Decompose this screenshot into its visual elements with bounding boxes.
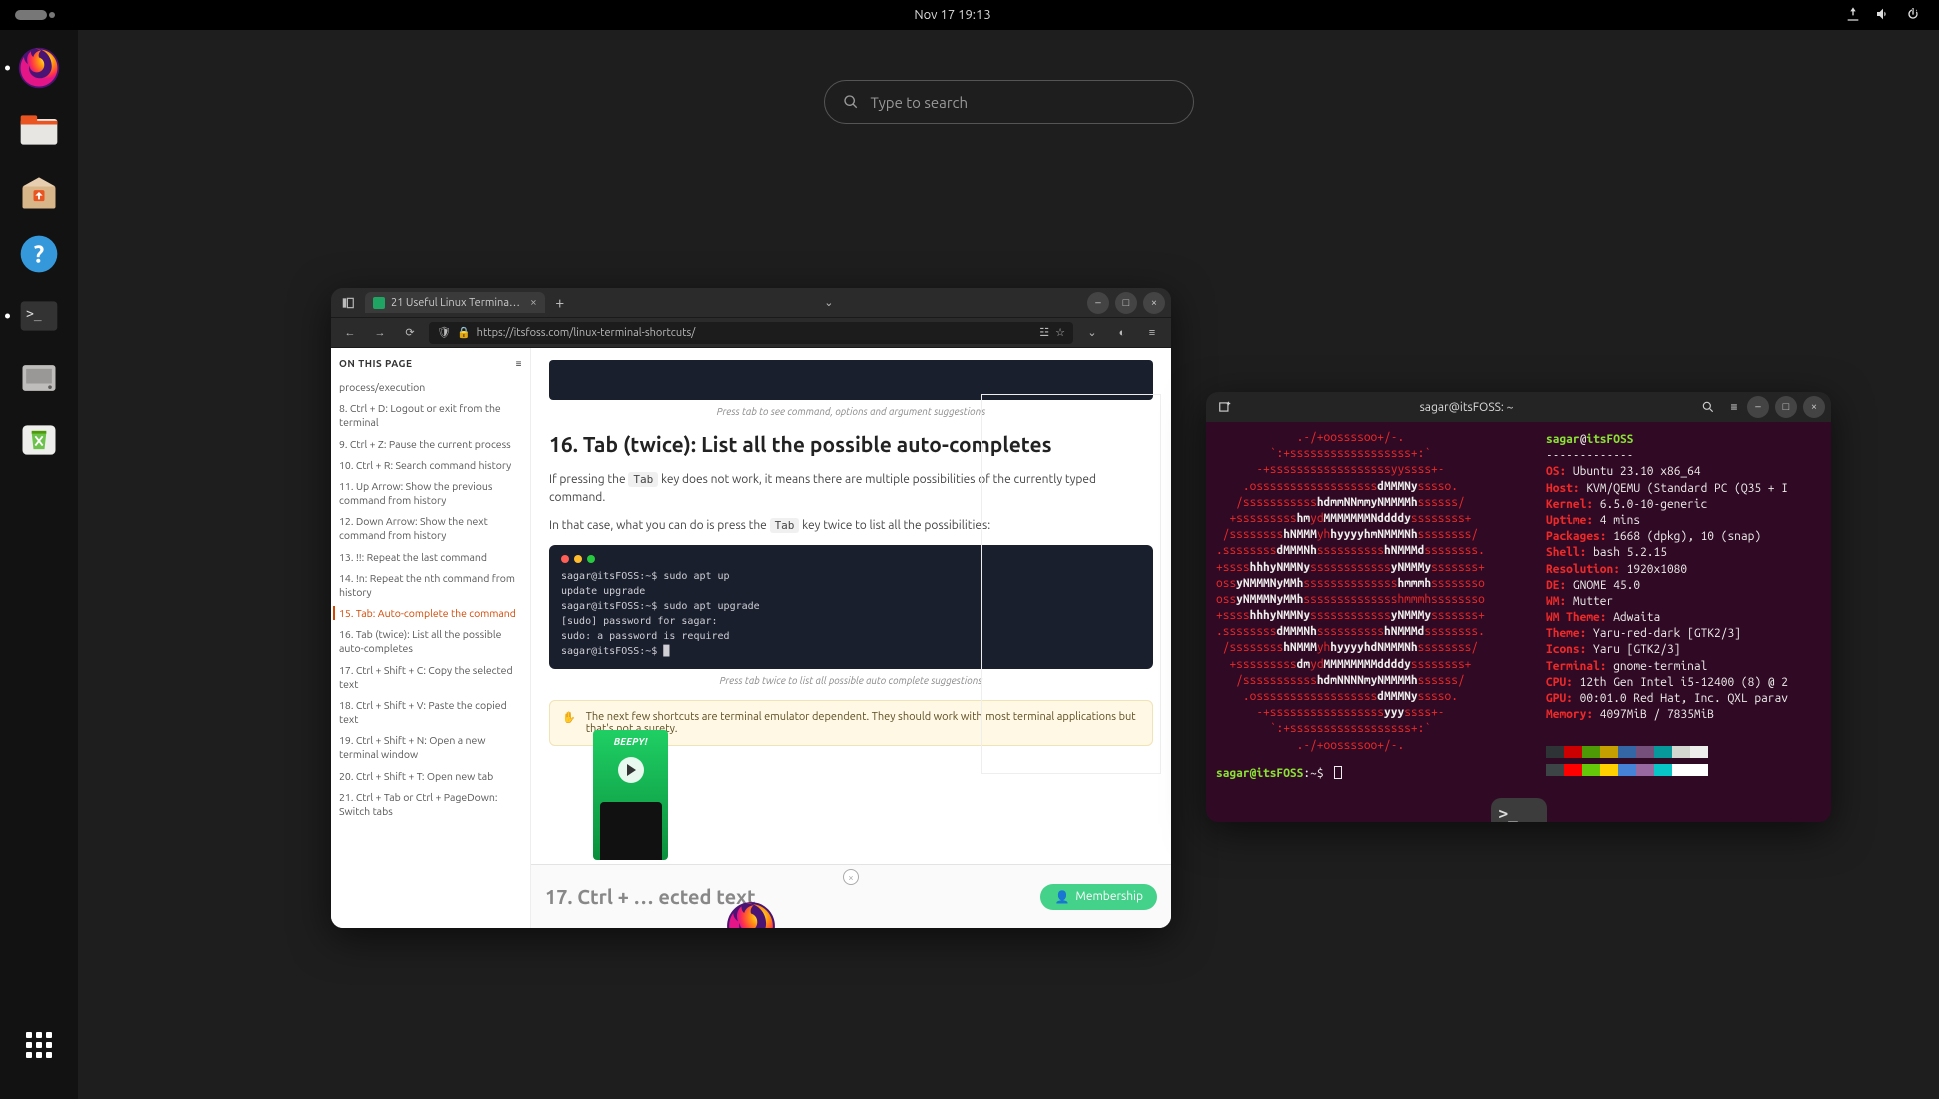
tab-title: 21 Useful Linux Termina… xyxy=(391,297,520,309)
ad-sidebar-placeholder xyxy=(981,394,1161,774)
terminal-new-tab-button[interactable] xyxy=(1212,395,1238,419)
url-text: https://itsfoss.com/linux-terminal-short… xyxy=(477,327,1034,339)
note-icon: ✋ xyxy=(562,711,576,735)
toc-link[interactable]: 17. Ctrl + Shift + C: Copy the selected … xyxy=(339,663,522,691)
toc-link[interactable]: process/execution xyxy=(339,380,522,394)
volume-icon[interactable] xyxy=(1875,6,1891,25)
dock: ? >_ xyxy=(0,30,78,1099)
browser-tab[interactable]: 21 Useful Linux Termina… × xyxy=(365,292,545,313)
toc-link[interactable]: 11. Up Arrow: Show the previous command … xyxy=(339,479,522,507)
dock-terminal[interactable]: >_ xyxy=(15,292,63,340)
toc-header: ON THIS PAGE xyxy=(339,358,412,370)
search-icon xyxy=(843,94,859,110)
dock-files[interactable] xyxy=(15,106,63,154)
article-footer-bar: 17. Ctrl + … ected text × 👤Membership xyxy=(531,864,1171,928)
terminal-window-preview[interactable]: sagar@itsFOSS: ~ ≡ – □ × .-/+oossssoo+/-… xyxy=(1206,392,1831,822)
dock-disk[interactable] xyxy=(15,354,63,402)
toc-link[interactable]: 18. Ctrl + Shift + V: Paste the copied t… xyxy=(339,698,522,726)
menu-icon[interactable]: ≡ xyxy=(1141,322,1163,344)
activities-button[interactable] xyxy=(0,10,60,20)
overview-search[interactable]: Type to search xyxy=(824,80,1194,124)
article-main: Press tab to see command, options and ar… xyxy=(531,348,1171,928)
shield-icon: 🛡 xyxy=(437,326,451,339)
dock-trash[interactable] xyxy=(15,416,63,464)
terminal-close-button[interactable]: × xyxy=(1803,396,1825,418)
tab-favicon xyxy=(373,297,385,309)
help-icon: ? xyxy=(17,232,61,276)
software-icon xyxy=(17,170,61,214)
bookmark-icon[interactable]: ☆ xyxy=(1055,326,1065,339)
toc-link[interactable]: 20. Ctrl + Shift + T: Open new tab xyxy=(339,769,522,783)
window-close-button[interactable]: × xyxy=(1143,292,1165,314)
svg-text:?: ? xyxy=(34,240,44,267)
topbar: Nov 17 19:13 xyxy=(0,0,1939,30)
toc-link[interactable]: 13. !!: Repeat the last command xyxy=(339,550,522,564)
window-minimize-button[interactable]: – xyxy=(1087,292,1109,314)
terminal-menu-button[interactable]: ≡ xyxy=(1721,395,1747,419)
trash-icon xyxy=(17,418,61,462)
toc-link[interactable]: 10. Ctrl + R: Search command history xyxy=(339,458,522,472)
show-apps-button[interactable] xyxy=(15,1021,63,1069)
network-icon[interactable] xyxy=(1845,6,1861,25)
membership-button[interactable]: 👤Membership xyxy=(1040,884,1157,910)
toc-link[interactable]: 8. Ctrl + D: Logout or exit from the ter… xyxy=(339,401,522,429)
power-icon[interactable] xyxy=(1905,6,1921,25)
nav-forward-button[interactable]: → xyxy=(369,322,391,344)
url-bar[interactable]: 🛡 🔒 https://itsfoss.com/linux-terminal-s… xyxy=(429,322,1073,344)
toc-link[interactable]: 16. Tab (twice): List all the possible a… xyxy=(339,627,522,655)
clock[interactable]: Nov 17 19:13 xyxy=(60,8,1845,22)
nav-reload-button[interactable]: ⟳ xyxy=(399,322,421,344)
close-ad-icon[interactable]: × xyxy=(843,869,859,885)
window-app-icon xyxy=(725,900,777,928)
nav-back-button[interactable]: ← xyxy=(339,322,361,344)
disk-icon xyxy=(17,356,61,400)
tab-close-icon[interactable]: × xyxy=(530,296,537,309)
terminal-search-button[interactable] xyxy=(1695,395,1721,419)
activities-overview[interactable]: Type to search 21 Useful Linux Termina… … xyxy=(78,30,1939,1099)
dock-help[interactable]: ? xyxy=(15,230,63,278)
toc-link[interactable]: 15. Tab: Auto-complete the command xyxy=(333,606,522,620)
search-placeholder: Type to search xyxy=(871,94,969,111)
new-tab-button[interactable]: + xyxy=(549,292,571,314)
dock-firefox[interactable] xyxy=(15,44,63,92)
terminal-title: sagar@itsFOSS: ~ xyxy=(1238,401,1695,414)
terminal-minimize-button[interactable]: – xyxy=(1747,396,1769,418)
firefox-icon xyxy=(17,46,61,90)
list-tabs-icon[interactable]: ⌄ xyxy=(818,292,840,314)
video-title: BEEPY! xyxy=(614,736,648,747)
pocket-icon[interactable]: ⌄ xyxy=(1081,322,1103,344)
dock-software[interactable] xyxy=(15,168,63,216)
account-icon[interactable]: ◐ xyxy=(1111,322,1133,344)
apps-grid-icon xyxy=(26,1032,52,1058)
terminal-maximize-button[interactable]: □ xyxy=(1775,396,1797,418)
toc-link[interactable]: 21. Ctrl + Tab or Ctrl + PageDown: Switc… xyxy=(339,790,522,818)
toc-link[interactable]: 9. Ctrl + Z: Pause the current process xyxy=(339,437,522,451)
firefox-window-preview[interactable]: 21 Useful Linux Termina… × + ⌄ – □ × ← →… xyxy=(331,288,1171,928)
lock-icon: 🔒 xyxy=(457,326,471,339)
window-app-icon: >_ xyxy=(1491,798,1547,822)
toc-collapse-icon[interactable]: ≡ xyxy=(516,358,522,370)
firefox-sidebar-toggle[interactable] xyxy=(337,292,359,314)
toc-link[interactable]: 12. Down Arrow: Show the next command fr… xyxy=(339,514,522,542)
page-toc-sidebar: ON THIS PAGE ≡ process/execution 8. Ctrl +… xyxy=(331,348,531,928)
svg-text:>_: >_ xyxy=(26,307,42,322)
video-thumbnail[interactable]: BEEPY! xyxy=(593,730,668,860)
play-icon xyxy=(618,757,644,783)
reader-icon[interactable]: ☳ xyxy=(1039,326,1049,339)
terminal-icon: >_ xyxy=(17,294,61,338)
window-maximize-button[interactable]: □ xyxy=(1115,292,1137,314)
toc-link[interactable]: 19. Ctrl + Shift + N: Open a new termina… xyxy=(339,733,522,761)
neofetch-info: sagar@itsFOSS-------------OS: Ubuntu 23.… xyxy=(1546,432,1788,776)
toc-link[interactable]: 14. !n: Repeat the nth command from hist… xyxy=(339,571,522,599)
next-heading-preview: 17. Ctrl + … ected text xyxy=(545,885,756,908)
files-icon xyxy=(17,108,61,152)
